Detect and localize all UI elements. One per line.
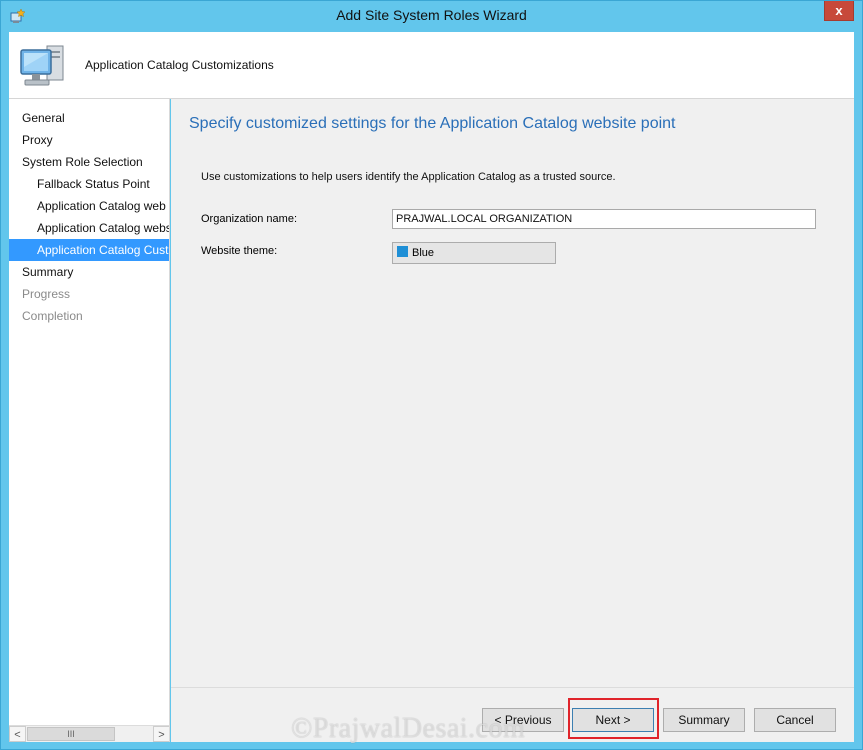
nav-item-proxy[interactable]: Proxy <box>9 129 169 151</box>
cancel-button[interactable]: Cancel <box>754 708 836 732</box>
website-theme-label: Website theme: <box>201 245 278 257</box>
wizard-content: Specify customized settings for the Appl… <box>171 99 854 687</box>
nav-item-progress: Progress <box>22 287 71 301</box>
nav-item-application-catalog-web-service[interactable]: Application Catalog web <box>9 195 169 217</box>
website-theme-select[interactable]: Blue <box>392 242 556 264</box>
scroll-right-icon[interactable]: > <box>153 726 169 742</box>
wizard-step-nav: General Proxy System Role Selection Fall… <box>9 99 170 742</box>
organization-name-input[interactable] <box>392 209 816 229</box>
website-theme-value: Blue <box>412 247 435 259</box>
nav-item-fallback-status-point[interactable]: Fallback Status Point <box>9 173 169 195</box>
wizard-header: Application Catalog Customizations <box>9 32 854 99</box>
nav-item-general[interactable]: General <box>9 107 169 129</box>
theme-color-swatch-icon <box>397 246 408 257</box>
close-button[interactable]: x <box>824 1 854 21</box>
page-heading: Specify customized settings for the Appl… <box>189 115 676 132</box>
nav-item-completion: Completion <box>22 309 83 323</box>
next-button-highlight-box <box>568 698 659 739</box>
previous-button[interactable]: < Previous <box>482 708 564 732</box>
organization-name-label: Organization name: <box>201 213 297 225</box>
nav-item-application-catalog-website[interactable]: Application Catalog webs <box>9 217 169 239</box>
computer-icon <box>20 45 64 86</box>
header-title: Application Catalog Customizations <box>85 58 274 72</box>
wizard-footer: < Previous Next > Summary Cancel <box>171 687 854 742</box>
summary-button[interactable]: Summary <box>663 708 745 732</box>
wizard-window: Add Site System Roles Wizard x Applicati… <box>0 0 863 750</box>
title-bar[interactable]: Add Site System Roles Wizard x <box>1 1 862 32</box>
nav-item-summary[interactable]: Summary <box>9 261 169 283</box>
nav-item-system-role-selection[interactable]: System Role Selection <box>9 151 169 173</box>
scroll-thumb[interactable]: III <box>27 727 115 741</box>
window-title: Add Site System Roles Wizard <box>336 7 527 23</box>
intro-text: Use customizations to help users identif… <box>201 171 616 183</box>
nav-horizontal-scrollbar[interactable]: < III > <box>9 725 169 742</box>
nav-item-application-catalog-customizations[interactable]: Application Catalog Cust <box>9 239 169 261</box>
scroll-left-icon[interactable]: < <box>9 726 26 742</box>
